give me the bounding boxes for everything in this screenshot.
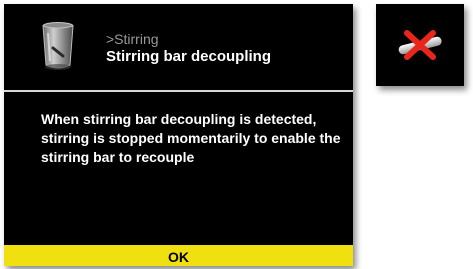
screen-header: >Stirring Stirring bar decoupling (4, 4, 353, 86)
beaker-icon (42, 22, 74, 70)
ok-button[interactable]: OK (4, 245, 353, 266)
header-divider (4, 90, 353, 92)
info-message: When stirring bar decoupling is detected… (41, 111, 341, 165)
status-panel (376, 4, 464, 86)
device-screen: >Stirring Stirring bar decoupling When s… (4, 4, 353, 266)
stir-bar-decoupled-icon (398, 30, 442, 60)
breadcrumb: >Stirring (106, 31, 159, 47)
page-title: Stirring bar decoupling (106, 48, 272, 65)
